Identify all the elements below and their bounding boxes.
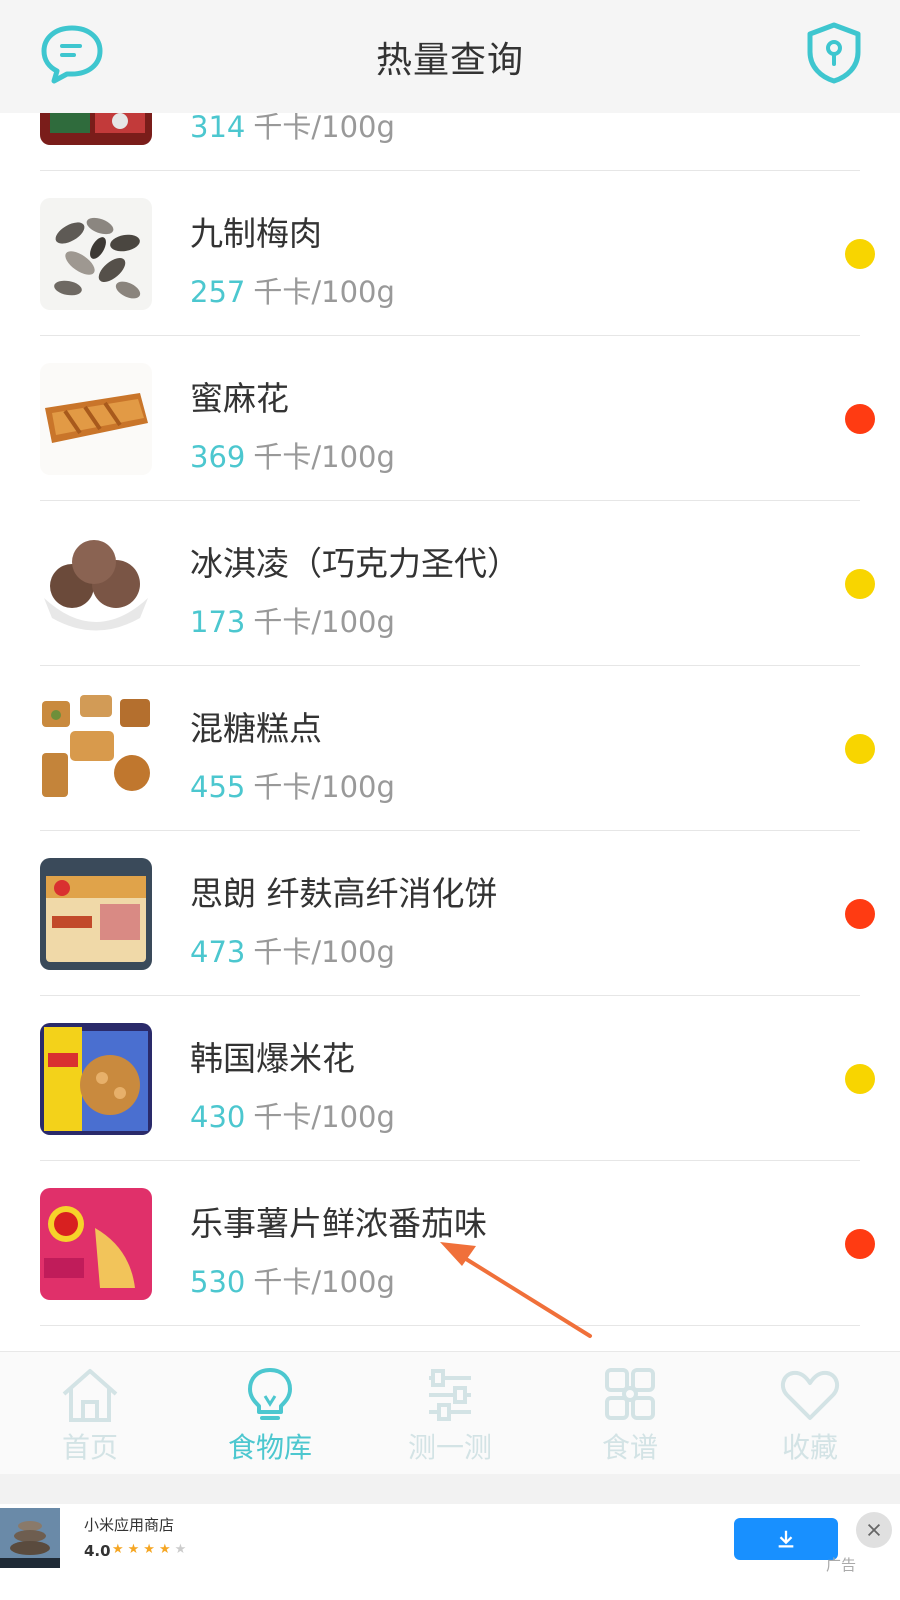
ad-app-icon xyxy=(0,1508,60,1568)
food-thumbnail xyxy=(40,363,152,475)
food-thumbnail xyxy=(40,858,152,970)
food-thumbnail xyxy=(40,693,152,805)
tab-food-library[interactable]: 食物库 xyxy=(180,1352,360,1474)
grid-icon xyxy=(605,1368,655,1420)
divider xyxy=(40,1325,860,1326)
food-name: 混糖糕点 xyxy=(190,709,322,748)
food-thumbnail xyxy=(40,1188,152,1300)
heart-icon xyxy=(780,1370,840,1420)
ad-install-button[interactable] xyxy=(734,1518,838,1560)
ad-app-name: 小米应用商店 xyxy=(84,1516,175,1534)
tab-label: 首页 xyxy=(61,1431,118,1464)
calorie-level-dot xyxy=(845,239,875,269)
tab-test[interactable]: 测一测 xyxy=(360,1352,540,1474)
food-list[interactable]: 314 千卡/100g 九制梅肉 257 千卡/100g 蜜麻花 369 千卡/… xyxy=(0,113,900,1351)
ad-banner: 小米应用商店 4.0 ★★★★★ 广告 xyxy=(0,1474,900,1600)
tab-label: 食谱 xyxy=(601,1431,658,1464)
calorie-level-dot xyxy=(845,1229,875,1259)
calorie-level-dot xyxy=(845,569,875,599)
food-list-item[interactable]: 九制梅肉 257 千卡/100g xyxy=(0,171,900,336)
food-name: 冰淇凌（巧克力圣代） xyxy=(190,544,520,583)
food-name: 乐事薯片鲜浓番茄味 xyxy=(190,1204,487,1243)
ad-close-button[interactable] xyxy=(856,1512,892,1548)
food-thumbnail xyxy=(40,528,152,640)
food-name: 蜜麻花 xyxy=(190,379,289,418)
tab-home[interactable]: 首页 xyxy=(0,1352,180,1474)
shield-lock-icon[interactable] xyxy=(806,22,862,84)
calorie-level-dot xyxy=(845,404,875,434)
food-list-item[interactable]: 314 千卡/100g xyxy=(0,113,900,171)
food-list-item[interactable]: 混糖糕点 455 千卡/100g xyxy=(0,666,900,831)
food-name: 九制梅肉 xyxy=(190,214,322,253)
food-name: 韩国爆米花 xyxy=(190,1039,355,1078)
ad-rating: 4.0 xyxy=(84,1542,111,1560)
page-title: 热量查询 xyxy=(375,39,524,81)
tab-label: 测一测 xyxy=(407,1431,492,1464)
sliders-icon xyxy=(429,1369,471,1421)
tab-recipes[interactable]: 食谱 xyxy=(540,1352,720,1474)
food-thumbnail xyxy=(40,113,152,145)
food-list-item[interactable]: 冰淇凌（巧克力圣代） 173 千卡/100g xyxy=(0,501,900,666)
app-header: 热量查询 xyxy=(0,0,900,113)
food-calories: 173 千卡/100g xyxy=(190,605,395,639)
download-icon xyxy=(778,1530,794,1548)
food-calories: 430 千卡/100g xyxy=(190,1100,395,1134)
lightbulb-icon xyxy=(248,1368,292,1420)
food-calories: 473 千卡/100g xyxy=(190,935,395,969)
tab-favorites[interactable]: 收藏 xyxy=(720,1352,900,1474)
calorie-level-dot xyxy=(845,1064,875,1094)
food-thumbnail xyxy=(40,198,152,310)
food-name: 思朗 纤麸高纤消化饼 xyxy=(190,874,498,913)
chat-bubble-icon[interactable] xyxy=(40,24,104,84)
home-icon xyxy=(62,1369,118,1422)
food-list-item[interactable]: 思朗 纤麸高纤消化饼 473 千卡/100g xyxy=(0,831,900,996)
food-calories: 257 千卡/100g xyxy=(190,275,395,309)
bottom-tab-bar: 首页 食物库 测一测 食谱 收藏 xyxy=(0,1351,900,1474)
food-list-item[interactable]: 乐事薯片鲜浓番茄味 530 千卡/100g xyxy=(0,1161,900,1326)
ad-star-rating: ★★★★★ xyxy=(112,1542,191,1557)
food-calories: 369 千卡/100g xyxy=(190,440,395,474)
tab-label: 食物库 xyxy=(227,1431,312,1464)
food-calories: 314 千卡/100g xyxy=(190,113,395,144)
calorie-level-dot xyxy=(845,899,875,929)
food-calories: 455 千卡/100g xyxy=(190,770,395,804)
food-list-item[interactable]: 韩国爆米花 430 千卡/100g xyxy=(0,996,900,1161)
tab-label: 收藏 xyxy=(781,1431,838,1464)
close-icon xyxy=(867,1523,881,1537)
calorie-level-dot xyxy=(845,734,875,764)
food-list-item[interactable]: 蜜麻花 369 千卡/100g xyxy=(0,336,900,501)
food-calories: 530 千卡/100g xyxy=(190,1265,395,1299)
food-thumbnail xyxy=(40,1023,152,1135)
ad-label: 广告 xyxy=(826,1556,857,1574)
